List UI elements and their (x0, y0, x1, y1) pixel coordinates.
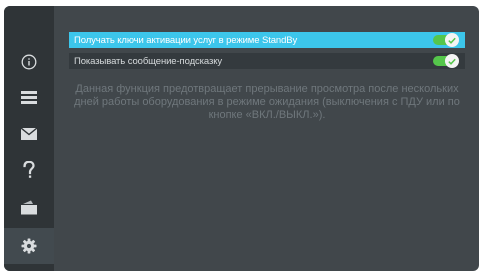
info-icon (21, 54, 37, 70)
toggle-knob (445, 33, 459, 47)
toggle-knob (445, 54, 459, 68)
gear-icon (21, 238, 37, 254)
option-description: Данная функция предотвращает прерывание … (74, 83, 460, 121)
sidebar-item-list[interactable] (4, 80, 54, 116)
option-label: Получать ключи активации услуг в режиме … (74, 34, 298, 46)
show-hint-toggle[interactable] (433, 54, 459, 68)
check-icon (448, 58, 456, 65)
question-icon (23, 161, 35, 178)
envelope-icon (21, 128, 37, 140)
sidebar-item-help[interactable] (4, 152, 54, 188)
option-show-hint[interactable]: Показывать сообщение-подсказку (69, 53, 465, 69)
sidebar-item-info[interactable] (4, 44, 54, 80)
cards-icon (21, 200, 37, 214)
check-icon (448, 37, 456, 44)
sidebar-item-messages[interactable] (4, 116, 54, 152)
list-icon (21, 91, 37, 104)
app-window: Получать ключи активации услуг в режиме … (4, 6, 479, 271)
sidebar (4, 6, 54, 271)
sidebar-item-settings[interactable] (4, 228, 54, 264)
option-standby-keys[interactable]: Получать ключи активации услуг в режиме … (69, 32, 465, 48)
option-label: Показывать сообщение-подсказку (74, 55, 223, 67)
standby-keys-toggle[interactable] (433, 33, 459, 47)
settings-panel: Получать ключи активации услуг в режиме … (54, 6, 479, 271)
sidebar-item-cards[interactable] (4, 189, 54, 225)
